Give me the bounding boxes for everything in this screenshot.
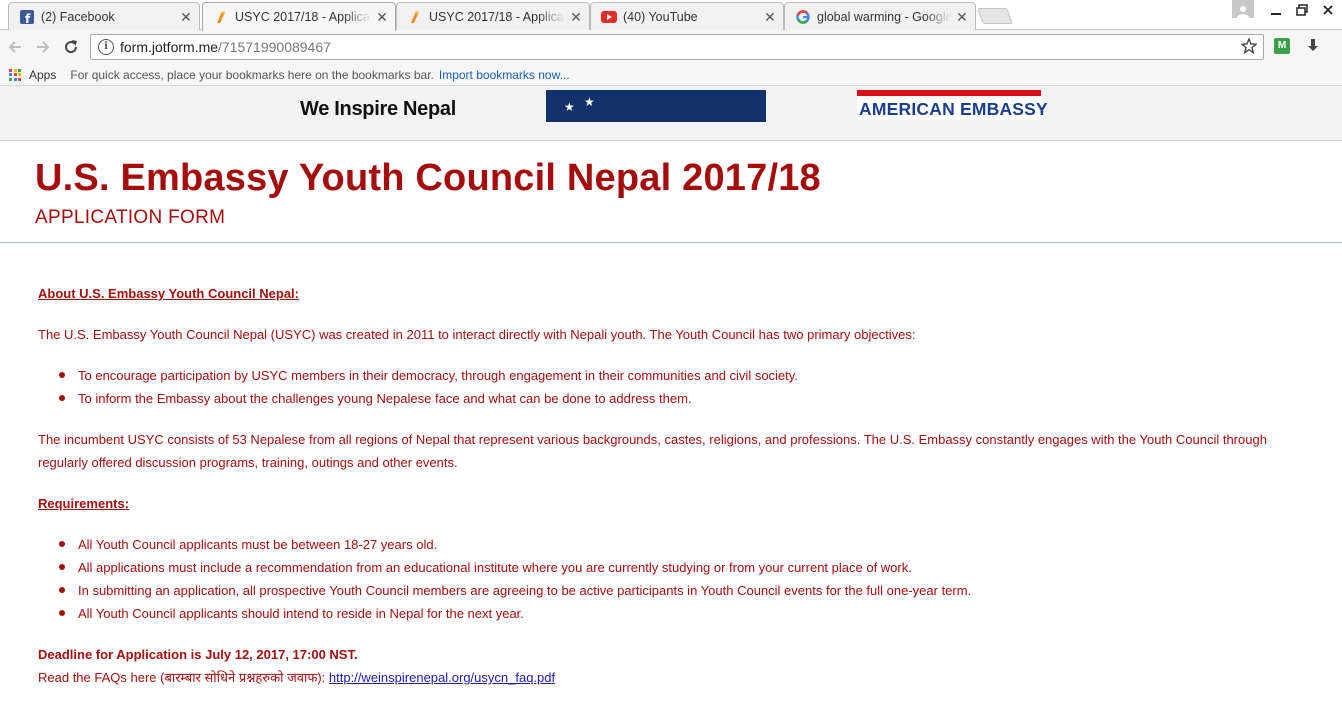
- about-intro: The U.S. Embassy Youth Council Nepal (US…: [38, 327, 916, 342]
- requirements-list: All Youth Council applicants must be bet…: [38, 533, 1318, 625]
- tab-youtube[interactable]: (40) YouTube ✕: [590, 2, 784, 30]
- back-button[interactable]: [6, 38, 24, 56]
- tab-usyc-application[interactable]: USYC 2017/18 - Applicat ✕: [396, 2, 590, 30]
- tab-title: (2) Facebook: [41, 9, 115, 24]
- bookmark-star-icon[interactable]: [1240, 37, 1258, 59]
- bookmarks-hint: For quick access, place your bookmarks h…: [70, 67, 434, 82]
- profile-button[interactable]: [1232, 0, 1254, 18]
- extension-icon[interactable]: M: [1274, 38, 1290, 54]
- forward-button[interactable]: [34, 38, 52, 56]
- close-icon[interactable]: ✕: [955, 10, 969, 24]
- user-icon: [1237, 6, 1249, 18]
- requirements-heading: Requirements:: [38, 496, 130, 511]
- list-item: In submitting an application, all prospe…: [38, 579, 1318, 602]
- tab-title: USYC 2017/18 - Applicat: [429, 9, 565, 24]
- tab-title: global warming - Google: [817, 9, 951, 24]
- close-icon[interactable]: ✕: [179, 10, 193, 24]
- list-item: All applications must include a recommen…: [38, 556, 1318, 579]
- browser-toolbar: i form.jotform.me/71571990089467: [0, 30, 1342, 64]
- form-header: U.S. Embassy Youth Council Nepal 2017/18…: [0, 141, 1342, 243]
- close-icon[interactable]: ✕: [375, 10, 389, 24]
- minimize-button[interactable]: [1268, 2, 1284, 18]
- red-stripe: [857, 90, 1041, 96]
- youtube-icon: [601, 9, 617, 25]
- forward-arrow-icon: [37, 41, 50, 53]
- google-icon: [795, 9, 811, 25]
- faq-line: Read the FAQs here (बारम्बार सोधिने प्रश…: [38, 666, 1318, 689]
- download-icon[interactable]: [1306, 38, 1320, 58]
- tab-google-search[interactable]: global warming - Google ✕: [784, 2, 976, 30]
- reload-icon: [65, 40, 78, 54]
- import-bookmarks-link[interactable]: Import bookmarks now...: [439, 68, 570, 82]
- list-item: All Youth Council applicants must be bet…: [38, 533, 1318, 556]
- faq-prefix: Read the FAQs here (बारम्बार सोधिने प्रश…: [38, 670, 329, 685]
- page-banner: We Inspire Nepal ★ ★ AMERICAN EMBASSY: [0, 86, 1342, 141]
- incumbent-paragraph: The incumbent USYC consists of 53 Nepale…: [38, 432, 1267, 470]
- tab-facebook[interactable]: f (2) Facebook ✕: [8, 2, 200, 30]
- bookmarks-bar: Apps For quick access, place your bookma…: [0, 64, 1342, 86]
- reload-button[interactable]: [62, 38, 80, 56]
- tab-usyc-application-active[interactable]: USYC 2017/18 - Applicat ✕: [202, 2, 396, 31]
- close-icon[interactable]: ✕: [763, 10, 777, 24]
- tab-title: USYC 2017/18 - Applicat: [235, 10, 371, 24]
- tab-title: (40) YouTube: [623, 9, 698, 24]
- list-item: All Youth Council applicants should inte…: [38, 602, 1318, 625]
- flag-logo: ★ ★: [546, 90, 766, 122]
- url-host: form.jotform.me: [120, 39, 219, 55]
- back-arrow-icon: [8, 41, 21, 53]
- list-item: To encourage participation by USYC membe…: [38, 364, 1318, 387]
- url-path: /71571990089467: [218, 39, 331, 55]
- new-tab-button[interactable]: [977, 8, 1013, 24]
- we-inspire-nepal-logo: We Inspire Nepal: [300, 98, 456, 120]
- apps-shortcut[interactable]: Apps: [29, 68, 56, 82]
- list-item: To inform the Embassy about the challeng…: [38, 387, 1318, 410]
- page-subtitle: APPLICATION FORM: [35, 207, 226, 228]
- form-description: About U.S. Embassy Youth Council Nepal: …: [38, 282, 1318, 689]
- tab-strip: f (2) Facebook ✕ USYC 2017/18 - Applicat…: [0, 0, 1342, 31]
- restore-button[interactable]: [1294, 2, 1310, 18]
- deadline-text: Deadline for Application is July 12, 201…: [38, 647, 358, 662]
- embassy-logo-text: AMERICAN EMBASSY: [859, 99, 1048, 119]
- objectives-list: To encourage participation by USYC membe…: [38, 364, 1318, 410]
- american-embassy-logo: AMERICAN EMBASSY: [857, 90, 1048, 120]
- page-title: U.S. Embassy Youth Council Nepal 2017/18: [35, 157, 821, 199]
- facebook-icon: f: [19, 9, 35, 25]
- close-window-button[interactable]: [1320, 2, 1336, 18]
- close-icon[interactable]: ✕: [569, 10, 583, 24]
- address-bar[interactable]: i form.jotform.me/71571990089467: [90, 34, 1264, 60]
- svg-text:f: f: [25, 12, 31, 24]
- apps-grid-icon[interactable]: [9, 68, 21, 81]
- faq-link[interactable]: http://weinspirenepal.org/usycn_faq.pdf: [329, 670, 555, 685]
- jotform-icon: [407, 9, 423, 25]
- jotform-icon: [213, 9, 229, 25]
- info-icon[interactable]: i: [98, 39, 114, 55]
- about-heading: About U.S. Embassy Youth Council Nepal:: [38, 286, 299, 301]
